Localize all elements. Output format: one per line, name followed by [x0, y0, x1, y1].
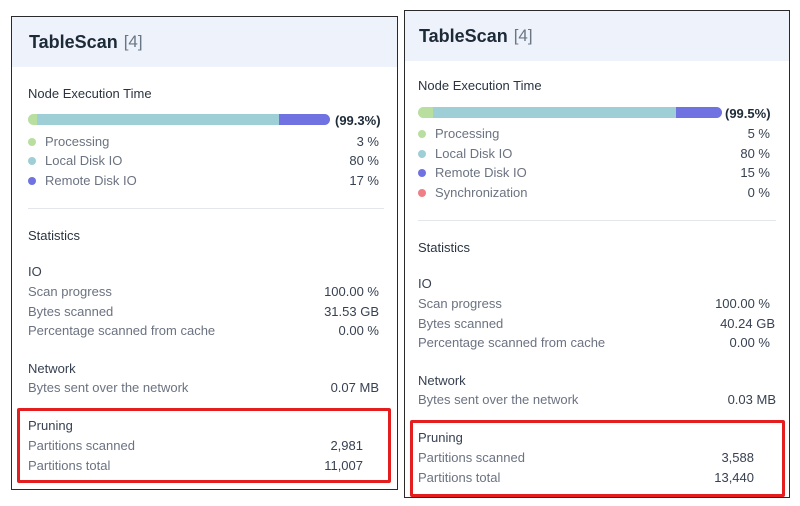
- synchronization-dot-icon: [418, 188, 426, 197]
- stat-row-scan-progress: Scan progress 100.00 %: [418, 296, 770, 311]
- panel-title: TableScan: [419, 25, 508, 46]
- legend-row-remote-disk: Remote Disk IO 17 %: [28, 173, 379, 188]
- bar-segment-remote-disk: [676, 107, 722, 118]
- local-disk-dot-icon: [28, 156, 36, 165]
- stat-row-pct-from-cache: Percentage scanned from cache 0.00 %: [418, 335, 770, 350]
- stat-row-bytes-scanned: Bytes scanned 40.24 GB: [418, 316, 775, 331]
- node-execution-title: Node Execution Time: [28, 86, 152, 101]
- legend-row-processing: Processing 3 %: [28, 134, 379, 149]
- stat-row-bytes-sent: Bytes sent over the network 0.03 MB: [418, 392, 776, 407]
- statistics-title: Statistics: [418, 240, 471, 255]
- io-group-title: IO: [418, 276, 432, 291]
- io-group-title: IO: [28, 264, 42, 279]
- execution-time-bar: [418, 107, 722, 118]
- panel-header: TableScan [4]: [405, 11, 789, 61]
- local-disk-dot-icon: [418, 149, 426, 158]
- remote-disk-dot-icon: [28, 176, 36, 185]
- panel-title: TableScan: [29, 31, 118, 52]
- panel-header: TableScan [4]: [12, 17, 397, 67]
- pruning-group-title: Pruning: [418, 430, 463, 445]
- legend-row-local-disk: Local Disk IO 80 %: [28, 153, 379, 168]
- node-execution-title: Node Execution Time: [418, 78, 542, 93]
- bar-segment-processing: [28, 114, 38, 125]
- statistics-title: Statistics: [28, 228, 81, 243]
- network-group-title: Network: [418, 373, 466, 388]
- pruning-group-title: Pruning: [28, 418, 73, 433]
- stat-row-bytes-scanned: Bytes scanned 31.53 GB: [28, 304, 379, 319]
- execution-time-bar: [28, 114, 330, 125]
- processing-dot-icon: [418, 129, 426, 138]
- panel-count: [4]: [123, 32, 143, 51]
- network-group-title: Network: [28, 361, 76, 376]
- stat-row-partitions-scanned: Partitions scanned 3,588: [418, 450, 754, 465]
- tablescan-panel-right: TableScan [4] Node Execution Time (99.5%…: [404, 10, 790, 498]
- bar-segment-processing: [418, 107, 434, 118]
- stat-row-partitions-total: Partitions total 11,007: [28, 458, 363, 473]
- stat-row-partitions-scanned: Partitions scanned 2,981: [28, 438, 363, 453]
- stat-row-partitions-total: Partitions total 13,440: [418, 470, 754, 485]
- processing-dot-icon: [28, 137, 36, 146]
- tablescan-panel-left: TableScan [4] Node Execution Time (99.3%…: [11, 16, 398, 490]
- bar-segment-local-disk: [433, 107, 677, 118]
- divider: [418, 220, 776, 221]
- stat-row-scan-progress: Scan progress 100.00 %: [28, 284, 379, 299]
- remote-disk-dot-icon: [418, 168, 426, 177]
- stat-row-bytes-sent: Bytes sent over the network 0.07 MB: [28, 380, 379, 395]
- execution-total-pct: (99.5%): [725, 106, 771, 121]
- panel-count: [4]: [513, 26, 533, 45]
- execution-total-pct: (99.3%): [335, 113, 381, 128]
- bar-segment-remote-disk: [278, 114, 330, 125]
- divider: [28, 208, 384, 209]
- legend-row-synchronization: Synchronization 0 %: [418, 185, 770, 200]
- legend-row-processing: Processing 5 %: [418, 126, 770, 141]
- legend-row-local-disk: Local Disk IO 80 %: [418, 146, 770, 161]
- bar-segment-local-disk: [37, 114, 279, 125]
- stat-row-pct-from-cache: Percentage scanned from cache 0.00 %: [28, 323, 379, 338]
- legend-row-remote-disk: Remote Disk IO 15 %: [418, 165, 770, 180]
